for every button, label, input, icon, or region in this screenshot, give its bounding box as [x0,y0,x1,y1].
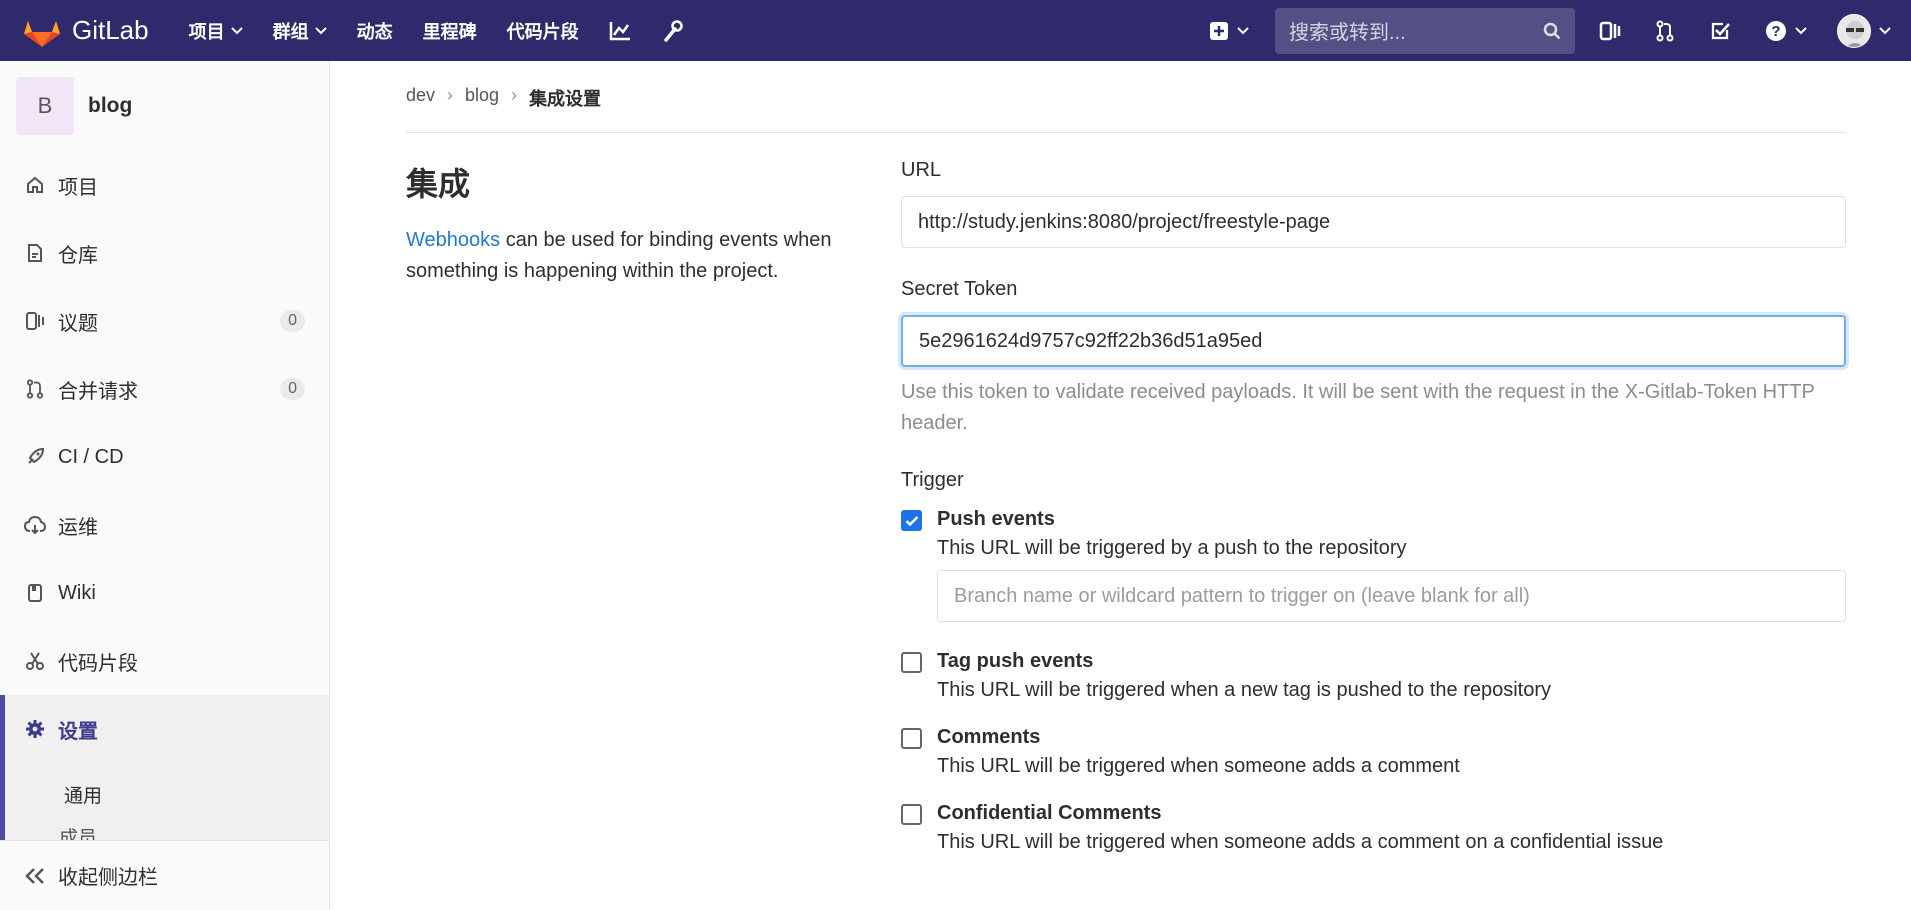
avatar [1837,13,1871,48]
sidebar-item-settings[interactable]: 设置 [0,695,329,763]
tag-push-events-title: Tag push events [937,650,1094,672]
gitlab-brand[interactable]: GitLab [24,0,149,61]
section-intro: 集成 Webhooks can be used for binding even… [406,159,876,287]
sidebar-item-wiki[interactable]: Wiki [0,559,329,627]
merge-request-icon [24,378,46,400]
chevron-down-icon [1795,26,1807,34]
project-sidebar: B blog 项目 仓库 议题 0 合并请求 0 CI / CD 运维 Wiki… [0,61,330,910]
trigger-comments: Comments This URL will be triggered when… [901,726,1846,778]
chevron-down-icon [1879,26,1891,34]
help-icon[interactable]: ? [1765,20,1807,42]
sidebar-item-merge-requests[interactable]: 合并请求 0 [0,355,329,423]
webhook-form: URL http://study.jenkins:8080/project/fr… [901,159,1846,872]
sidebar-item-ci-cd[interactable]: CI / CD [0,423,329,491]
issues-count-badge: 0 [280,310,305,332]
rocket-icon [24,446,46,468]
chevron-down-icon [230,26,243,34]
secret-token-label: Secret Token [901,278,1018,300]
confidential-comments-checkbox[interactable] [901,804,922,825]
comments-title: Comments [937,726,1041,748]
breadcrumb-item-current[interactable]: 集成设置 [529,85,601,111]
page-title: 集成 [406,166,471,202]
sidebar-item-repository[interactable]: 仓库 [0,219,329,287]
url-label: URL [901,159,942,181]
sidebar-subitem-general[interactable]: 通用 [0,763,329,825]
book-icon [24,582,46,604]
plus-square-icon [1210,21,1228,40]
chevron-down-icon [1237,26,1249,34]
push-events-desc: This URL will be triggered by a push to … [937,537,1407,559]
todo-icon[interactable] [1709,20,1731,42]
home-icon [24,174,46,196]
nav-projects-dropdown[interactable]: 项目 [189,18,243,44]
tag-push-events-desc: This URL will be triggered when a new ta… [937,679,1552,701]
comments-checkbox[interactable] [901,728,922,749]
repository-icon [24,242,46,264]
breadcrumb-item-dev[interactable]: dev [406,85,435,106]
nav-groups-dropdown[interactable]: 群组 [273,18,327,44]
main-content: dev › blog › 集成设置 集成 Webhooks can be use… [331,61,1911,910]
new-item-dropdown[interactable] [1209,21,1249,41]
project-name: blog [88,94,133,117]
project-avatar: B [16,77,74,135]
double-chevron-left-icon [25,867,44,884]
search-input[interactable]: 搜索或转到... [1275,7,1575,54]
nav-milestones-link[interactable]: 里程碑 [423,18,477,44]
top-navbar: GitLab 项目 群组 动态 里程碑 代码片段 搜索或转到... ? [0,0,1911,61]
search-icon [1543,22,1561,39]
sidebar-item-issues[interactable]: 议题 0 [0,287,329,355]
chevron-right-icon: › [447,85,454,105]
secret-token-help: Use this token to validate received payl… [901,381,1815,434]
gitlab-logo-icon [24,20,60,47]
trigger-label: Trigger [901,469,964,491]
url-field[interactable]: http://study.jenkins:8080/project/freest… [901,196,1846,248]
sidebar-item-snippets[interactable]: 代码片段 [0,627,329,695]
branch-filter-input[interactable]: Branch name or wildcard pattern to trigg… [937,570,1846,622]
push-events-title: Push events [937,508,1055,530]
sidebar-item-project[interactable]: 项目 [0,151,329,219]
cloud-icon [24,514,46,536]
merge-request-icon[interactable] [1655,20,1675,42]
issues-icon [24,310,46,332]
issues-icon[interactable] [1599,21,1621,41]
collapse-sidebar-button[interactable]: 收起侧边栏 [0,840,329,910]
chart-icon[interactable] [609,21,631,41]
breadcrumb: dev › blog › 集成设置 [406,85,1846,133]
chevron-down-icon [314,26,327,34]
user-menu[interactable] [1837,13,1891,48]
nav-activity-link[interactable]: 动态 [357,18,393,44]
webhooks-link[interactable]: Webhooks [406,229,500,251]
svg-text:?: ? [1771,23,1780,40]
chevron-right-icon: › [511,85,518,105]
confidential-comments-title: Confidential Comments [937,802,1162,824]
push-events-checkbox[interactable] [901,510,922,531]
gear-icon [24,718,46,740]
confidential-comments-desc: This URL will be triggered when someone … [937,831,1664,853]
trigger-tag-push-events: Tag push events This URL will be trigger… [901,650,1846,702]
scissors-icon [24,650,46,672]
breadcrumb-item-blog[interactable]: blog [465,85,499,106]
nav-snippets-link[interactable]: 代码片段 [507,18,579,44]
trigger-confidential-comments: Confidential Comments This URL will be t… [901,802,1846,854]
merge-requests-count-badge: 0 [280,378,305,400]
section-description: Webhooks can be used for binding events … [406,229,832,282]
trigger-push-events: Push events This URL will be triggered b… [901,508,1846,622]
secret-token-field[interactable]: 5e2961624d9757c92ff22b36d51a95ed [901,315,1846,367]
check-icon [905,515,918,526]
sidebar-item-operations[interactable]: 运维 [0,491,329,559]
tag-push-events-checkbox[interactable] [901,652,922,673]
project-header[interactable]: B blog [0,61,329,151]
wrench-icon[interactable] [663,19,683,42]
comments-desc: This URL will be triggered when someone … [937,755,1460,777]
brand-name: GitLab [72,15,149,45]
